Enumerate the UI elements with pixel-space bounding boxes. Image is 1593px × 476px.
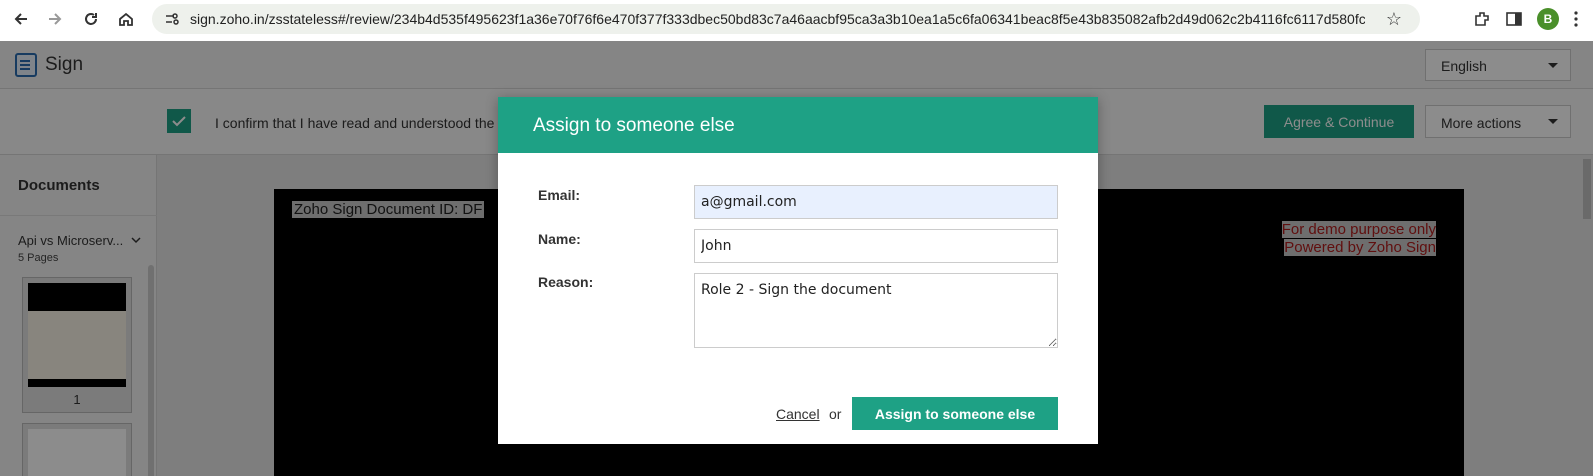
dialog-title: Assign to someone else [498,97,1098,153]
forward-icon[interactable] [42,6,68,32]
home-icon[interactable] [113,6,139,32]
extensions-icon[interactable] [1473,10,1491,28]
reload-icon[interactable] [78,6,104,32]
address-bar[interactable]: sign.zoho.in/zsstateless#/review/234b4d5… [152,4,1420,34]
site-info-icon[interactable] [164,11,180,27]
bookmark-star-icon[interactable]: ☆ [1386,9,1402,30]
profile-avatar[interactable]: B [1537,8,1559,30]
email-field[interactable] [694,185,1058,219]
browser-toolbar: sign.zoho.in/zsstateless#/review/234b4d5… [0,0,1593,38]
back-icon[interactable] [8,6,34,32]
email-label: Email: [538,187,581,203]
extension-area: B [1473,0,1593,38]
reason-label: Reason: [538,274,594,290]
name-label: Name: [538,231,581,247]
menu-kebab-icon[interactable] [1573,10,1579,28]
name-field[interactable] [694,229,1058,263]
cancel-link[interactable]: Cancel [776,406,820,422]
reason-field[interactable]: Role 2 - Sign the document [694,273,1058,348]
assign-dialog: Assign to someone else Email: Name: Reas… [498,97,1098,444]
side-panel-icon[interactable] [1505,10,1523,28]
assign-button[interactable]: Assign to someone else [852,397,1058,430]
url-text[interactable]: sign.zoho.in/zsstateless#/review/234b4d5… [190,11,1365,27]
or-text: or [829,406,842,422]
